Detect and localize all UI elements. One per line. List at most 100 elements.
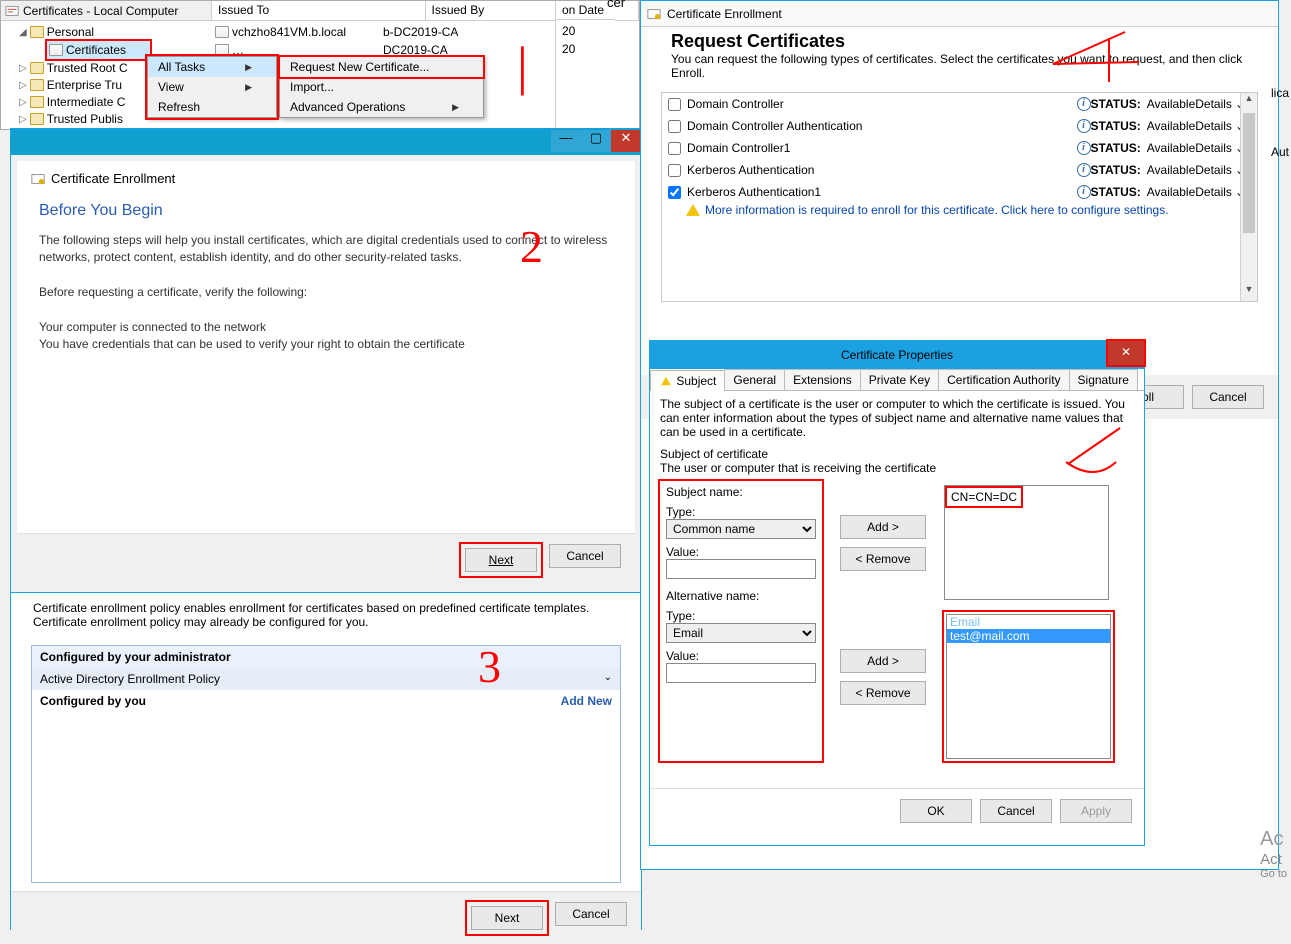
altname-add-button[interactable]: Add > (840, 649, 926, 673)
chevron-down-icon[interactable]: ⌄ (604, 672, 612, 686)
details-toggle[interactable]: Details ⌄ (1195, 119, 1245, 133)
collapse-icon[interactable]: ▷ (19, 97, 27, 108)
wizard-before-you-begin: Certificate Enrollment — ▢ ✕ Certificate… (10, 128, 642, 593)
template-row[interactable]: Domain Controller1iSTATUS: AvailableDeta… (662, 137, 1257, 159)
maximize-button[interactable]: ▢ (581, 130, 611, 152)
scroll-up-icon[interactable]: ▲ (1241, 93, 1257, 110)
step-heading: Request Certificates (671, 31, 1278, 52)
template-row[interactable]: Domain ControlleriSTATUS: AvailableDetai… (662, 93, 1257, 115)
scrollbar[interactable]: ▲ ▼ (1240, 93, 1257, 301)
folder-icon (30, 26, 44, 38)
policy-listbox: Configured by your administrator Active … (31, 645, 621, 883)
subject-type-select[interactable]: Common name (666, 519, 816, 539)
ctx-refresh[interactable]: Refresh (148, 97, 276, 117)
minimize-button[interactable]: — (551, 130, 581, 152)
tab-extensions[interactable]: Extensions (784, 369, 861, 390)
template-name: Kerberos Authentication (687, 163, 814, 177)
close-button[interactable]: ✕ (611, 130, 641, 152)
tree-personal[interactable]: ◢ Personal (19, 23, 94, 41)
wizard-titlebar[interactable]: Certificate Enrollment (641, 1, 1278, 27)
scroll-down-icon[interactable]: ▼ (1241, 284, 1257, 301)
template-row[interactable]: Kerberos AuthenticationiSTATUS: Availabl… (662, 159, 1257, 181)
next-button[interactable]: Next (471, 906, 543, 930)
ctx-all-tasks[interactable]: All Tasks▶ (148, 57, 276, 77)
warn-configure-link[interactable]: More information is required to enroll f… (662, 203, 1257, 217)
expand-icon[interactable]: ◢ (19, 27, 27, 38)
subject-value-input[interactable] (666, 559, 816, 579)
ctx-import[interactable]: Import... (280, 77, 483, 97)
dialog-titlebar[interactable]: Certificate Properties ✕ (650, 341, 1144, 369)
details-toggle[interactable]: Details ⌄ (1195, 163, 1245, 177)
activate-windows-watermark: Ac Act Go to (1260, 828, 1287, 880)
apply-button[interactable]: Apply (1060, 799, 1132, 823)
info-icon: i (1077, 141, 1091, 155)
close-button[interactable]: ✕ (1108, 341, 1144, 365)
tab-signature[interactable]: Signature (1069, 369, 1138, 390)
scroll-thumb[interactable] (1243, 113, 1255, 233)
tree-intermediate[interactable]: ▷ Intermediate C (19, 93, 125, 111)
truncated-text: Aut (1271, 145, 1289, 159)
template-checkbox[interactable] (668, 98, 681, 111)
collapse-icon[interactable]: ▷ (19, 80, 27, 91)
next-button[interactable]: Next (465, 548, 537, 572)
template-row[interactable]: Kerberos Authentication1iSTATUS: Availab… (662, 181, 1257, 203)
ctx-request-new-certificate[interactable]: Request New Certificate... (280, 57, 483, 77)
details-toggle[interactable]: Details ⌄ (1195, 97, 1245, 111)
template-checkbox[interactable] (668, 186, 681, 199)
template-checkbox[interactable] (668, 164, 681, 177)
cancel-button[interactable]: Cancel (1192, 385, 1264, 409)
ok-button[interactable]: OK (900, 799, 972, 823)
altname-value-input[interactable] (666, 663, 816, 683)
info-icon: i (1077, 97, 1091, 111)
tree-trusted-root[interactable]: ▷ Trusted Root C (19, 59, 128, 77)
tree-certificates[interactable]: Certificates (47, 41, 150, 59)
template-checkbox[interactable] (668, 120, 681, 133)
tab-ca[interactable]: Certification Authority (938, 369, 1069, 390)
cert-icon (215, 26, 229, 38)
tree-enterprise-trust[interactable]: ▷ Enterprise Tru (19, 76, 122, 94)
template-checkbox[interactable] (668, 142, 681, 155)
mmc-console: Certificates - Local Computer Issued To … (0, 0, 640, 130)
mmc-root-label: Certificates - Local Computer (23, 4, 178, 18)
template-row[interactable]: Domain Controller AuthenticationiSTATUS:… (662, 115, 1257, 137)
policy-group-you: Configured by you Add New (32, 690, 620, 712)
ctx-advanced-operations[interactable]: Advanced Operations▶ (280, 97, 483, 117)
cert-folder-icon (49, 44, 63, 56)
policy-group-admin: Configured by your administrator (32, 646, 620, 668)
truncated-text: lica (1271, 86, 1289, 100)
listrow-cert[interactable]: vchzho841VM.b.local (215, 23, 346, 41)
submenu-arrow-icon: ▶ (245, 82, 252, 93)
ctx-view[interactable]: View▶ (148, 77, 276, 97)
subject-add-button[interactable]: Add > (840, 515, 926, 539)
cancel-button[interactable]: Cancel (555, 902, 627, 926)
warning-icon (661, 377, 671, 385)
folder-icon (30, 79, 44, 91)
subject-desc: The subject of a certificate is the user… (660, 397, 1134, 439)
subject-preview-list[interactable]: CN=CN=DC (944, 485, 1109, 600)
collapse-icon[interactable]: ▷ (19, 63, 27, 74)
subject-remove-button[interactable]: < Remove (840, 547, 926, 571)
tab-subject[interactable]: Subject (650, 370, 725, 391)
tab-private-key[interactable]: Private Key (860, 369, 939, 390)
cancel-button[interactable]: Cancel (549, 544, 621, 568)
cancel-button[interactable]: Cancel (980, 799, 1052, 823)
add-new-link[interactable]: Add New (561, 694, 612, 708)
details-toggle[interactable]: Details ⌄ (1195, 141, 1245, 155)
context-menu-level2: Request New Certificate... Import... Adv… (279, 56, 484, 118)
cert-icon (215, 44, 229, 56)
policy-ad-enrollment[interactable]: Active Directory Enrollment Policy ⌄ (32, 668, 620, 690)
submenu-arrow-icon: ▶ (245, 62, 252, 73)
tab-general[interactable]: General (724, 369, 785, 390)
wizard-titlebar[interactable]: Certificate Enrollment — ▢ ✕ (11, 129, 641, 155)
subj-of-cert-label: Subject of certificate (660, 447, 1134, 461)
wizard-subtitle: Certificate Enrollment (17, 161, 635, 186)
template-name: Kerberos Authentication1 (687, 185, 821, 199)
details-toggle[interactable]: Details ⌄ (1195, 185, 1245, 199)
certificate-template-list: Domain ControlleriSTATUS: AvailableDetai… (661, 92, 1258, 302)
altname-type-select[interactable]: Email (666, 623, 816, 643)
tree-trusted-publishers[interactable]: ▷ Trusted Publis (19, 110, 123, 128)
altname-preview-list[interactable]: Email test@mail.com (946, 614, 1111, 759)
col-issued-to[interactable]: Issued To (212, 1, 426, 20)
collapse-icon[interactable]: ▷ (19, 114, 27, 125)
altname-remove-button[interactable]: < Remove (840, 681, 926, 705)
